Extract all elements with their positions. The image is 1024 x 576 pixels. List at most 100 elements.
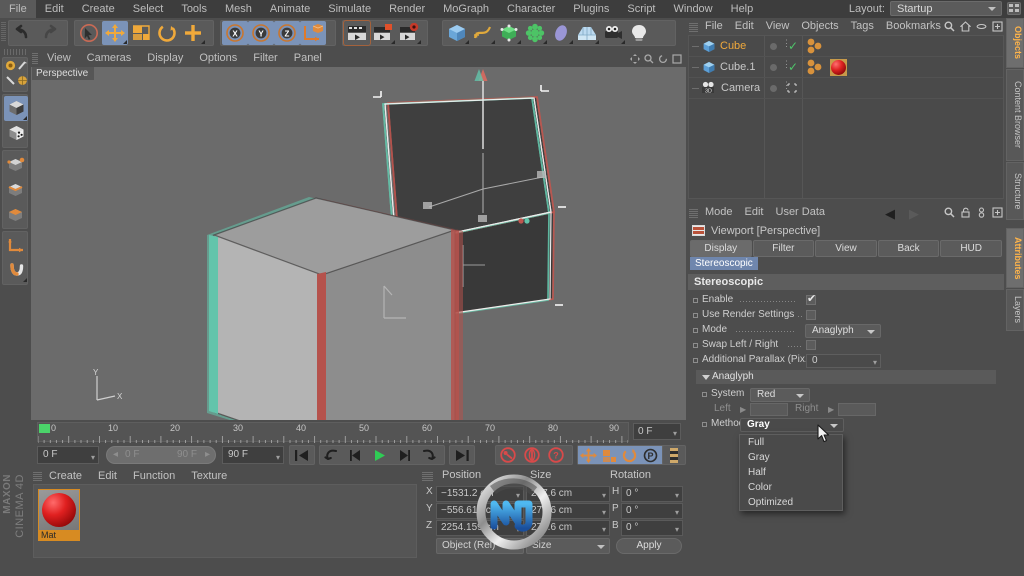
cube-primitive-button[interactable]: [444, 21, 470, 45]
render-view-button[interactable]: [343, 20, 371, 46]
object-tree[interactable]: Cube ⋮ ✓ Cube.1 ⋮ ✓ 3D Camera ⋮: [688, 35, 1004, 199]
rotate-tool-button[interactable]: [154, 21, 180, 45]
size-x-field[interactable]: 277.6 cm ▾: [526, 486, 610, 502]
viewport-menu-cameras[interactable]: Cameras: [79, 50, 140, 67]
object-row-camera[interactable]: 3D Camera ⋮: [689, 78, 1003, 99]
play-backwards-button[interactable]: [320, 446, 344, 464]
world-axis-mode-icon[interactable]: [17, 75, 28, 89]
go-to-end-button[interactable]: [450, 446, 474, 464]
model-mode-icon[interactable]: [17, 60, 28, 74]
spinner-icon[interactable]: ▾: [516, 489, 520, 503]
pin-icon[interactable]: [976, 207, 987, 218]
position-x-field[interactable]: −1531.2 cm ▾: [436, 486, 524, 502]
anaglyph-group-header[interactable]: Anaglyph: [696, 370, 996, 384]
tag-dots-cube1[interactable]: [807, 59, 827, 79]
spinner-icon[interactable]: ▾: [675, 523, 679, 537]
world-object-coordinates-button[interactable]: [300, 21, 326, 45]
left-value-field[interactable]: [750, 403, 788, 416]
add-tool-button[interactable]: [180, 21, 206, 45]
texture-mode-button[interactable]: [4, 121, 28, 146]
object-manager-drag-handle[interactable]: [689, 22, 698, 32]
move-tool-button[interactable]: [102, 21, 128, 45]
deformer-button[interactable]: [522, 21, 548, 45]
key-parameter-button[interactable]: P: [640, 446, 662, 464]
layout-grid-icon[interactable]: [1007, 2, 1021, 15]
menu-item-edit[interactable]: Edit: [36, 0, 73, 18]
step-back-button[interactable]: [344, 446, 368, 464]
toolbar-drag-handle[interactable]: [1, 21, 6, 41]
menu-item-plugins[interactable]: Plugins: [564, 0, 618, 18]
layout-dropdown[interactable]: Startup: [890, 1, 1002, 16]
menu-item-help[interactable]: Help: [722, 0, 763, 18]
new-panel-icon[interactable]: [992, 207, 1003, 218]
right-value-field[interactable]: [838, 403, 876, 416]
spinner-icon[interactable]: ▾: [516, 506, 520, 520]
menu-item-window[interactable]: Window: [665, 0, 722, 18]
polygon-mode-button[interactable]: [4, 202, 28, 227]
spline-button[interactable]: [470, 21, 496, 45]
nav-forward-arrow-icon[interactable]: ▶: [909, 206, 919, 222]
step-forward-button[interactable]: [392, 446, 416, 464]
spinner-icon[interactable]: ▾: [602, 523, 606, 537]
spinner-icon[interactable]: ▾: [675, 489, 679, 503]
object-menu-objects[interactable]: Objects: [795, 18, 844, 35]
dock-tab-structure[interactable]: Structure: [1006, 162, 1024, 220]
size-z-field[interactable]: 277.6 cm ▾: [526, 520, 610, 536]
undo-button[interactable]: [10, 21, 36, 45]
position-z-field[interactable]: 2254.159 cm ▾: [436, 520, 524, 536]
playhead-marker[interactable]: [39, 424, 50, 433]
material-menu-create[interactable]: Create: [41, 468, 90, 484]
spinner-icon[interactable]: ▾: [91, 450, 95, 466]
dock-tab-objects[interactable]: Objects: [1006, 18, 1024, 68]
search-icon[interactable]: [944, 207, 955, 218]
environment-button[interactable]: [548, 21, 574, 45]
play-button[interactable]: [368, 446, 392, 464]
attribute-menu-userdata[interactable]: User Data: [770, 204, 832, 221]
rotation-p-field[interactable]: 0 ° ▾: [621, 503, 683, 519]
viewport-menu-options[interactable]: Options: [191, 50, 245, 67]
nav-back-arrow-icon[interactable]: ◀: [885, 206, 895, 222]
viewport-menu-view[interactable]: View: [39, 50, 79, 67]
menu-item-file[interactable]: File: [0, 0, 36, 18]
visibility-editor-dot-cube1[interactable]: [770, 64, 777, 71]
timeline-key-mode-button[interactable]: [662, 445, 686, 465]
material-menu-edit[interactable]: Edit: [90, 468, 125, 484]
filter-ellipse-icon[interactable]: [976, 21, 987, 32]
point-mode-button[interactable]: [4, 152, 28, 177]
object-menu-edit[interactable]: Edit: [729, 18, 760, 35]
range-left-arrow-icon[interactable]: ◂: [113, 447, 118, 463]
lock-z-axis-button[interactable]: Z: [274, 21, 300, 45]
maximize-view-icon[interactable]: [672, 54, 682, 64]
dock-tab-content-browser[interactable]: Content Browser: [1006, 69, 1024, 161]
texture-axis-mode-icon[interactable]: [5, 60, 16, 74]
spinner-icon[interactable]: ▾: [602, 489, 606, 503]
viewport-menu-panel[interactable]: Panel: [286, 50, 330, 67]
menu-item-select[interactable]: Select: [124, 0, 173, 18]
dropdown-option-half[interactable]: Half: [740, 465, 842, 480]
menu-item-tools[interactable]: Tools: [172, 0, 216, 18]
mode-dropdown[interactable]: Anaglyph: [805, 324, 881, 338]
attribute-menu-edit[interactable]: Edit: [739, 204, 770, 221]
menu-item-simulate[interactable]: Simulate: [319, 0, 380, 18]
right-expand-arrow-icon[interactable]: ▶: [828, 405, 834, 414]
material-list[interactable]: Mat: [33, 484, 417, 558]
tab-display[interactable]: Display: [690, 240, 752, 257]
search-icon[interactable]: [944, 21, 955, 32]
timeline-ruler[interactable]: 0 10 20 30 40 50 60 70 80 90: [37, 422, 629, 443]
rotation-b-field[interactable]: 0 ° ▾: [621, 520, 683, 536]
redo-button[interactable]: [36, 21, 62, 45]
dock-tab-layers[interactable]: Layers: [1006, 289, 1024, 331]
render-settings-button[interactable]: [396, 21, 422, 45]
checkmark-icon-cube1[interactable]: ✓: [788, 60, 798, 74]
home-icon[interactable]: [960, 21, 971, 32]
viewport-menu-display[interactable]: Display: [139, 50, 191, 67]
attribute-manager-drag-handle[interactable]: [689, 208, 698, 218]
tab-view[interactable]: View: [815, 240, 877, 257]
apply-button[interactable]: Apply: [616, 538, 682, 554]
rotation-h-field[interactable]: 0 ° ▾: [621, 486, 683, 502]
object-mode-button[interactable]: [4, 96, 28, 121]
menu-item-mesh[interactable]: Mesh: [216, 0, 261, 18]
object-row-cube1[interactable]: Cube.1 ⋮ ✓: [689, 57, 1003, 78]
loop-button[interactable]: [416, 446, 440, 464]
system-dropdown[interactable]: Red: [750, 388, 810, 402]
